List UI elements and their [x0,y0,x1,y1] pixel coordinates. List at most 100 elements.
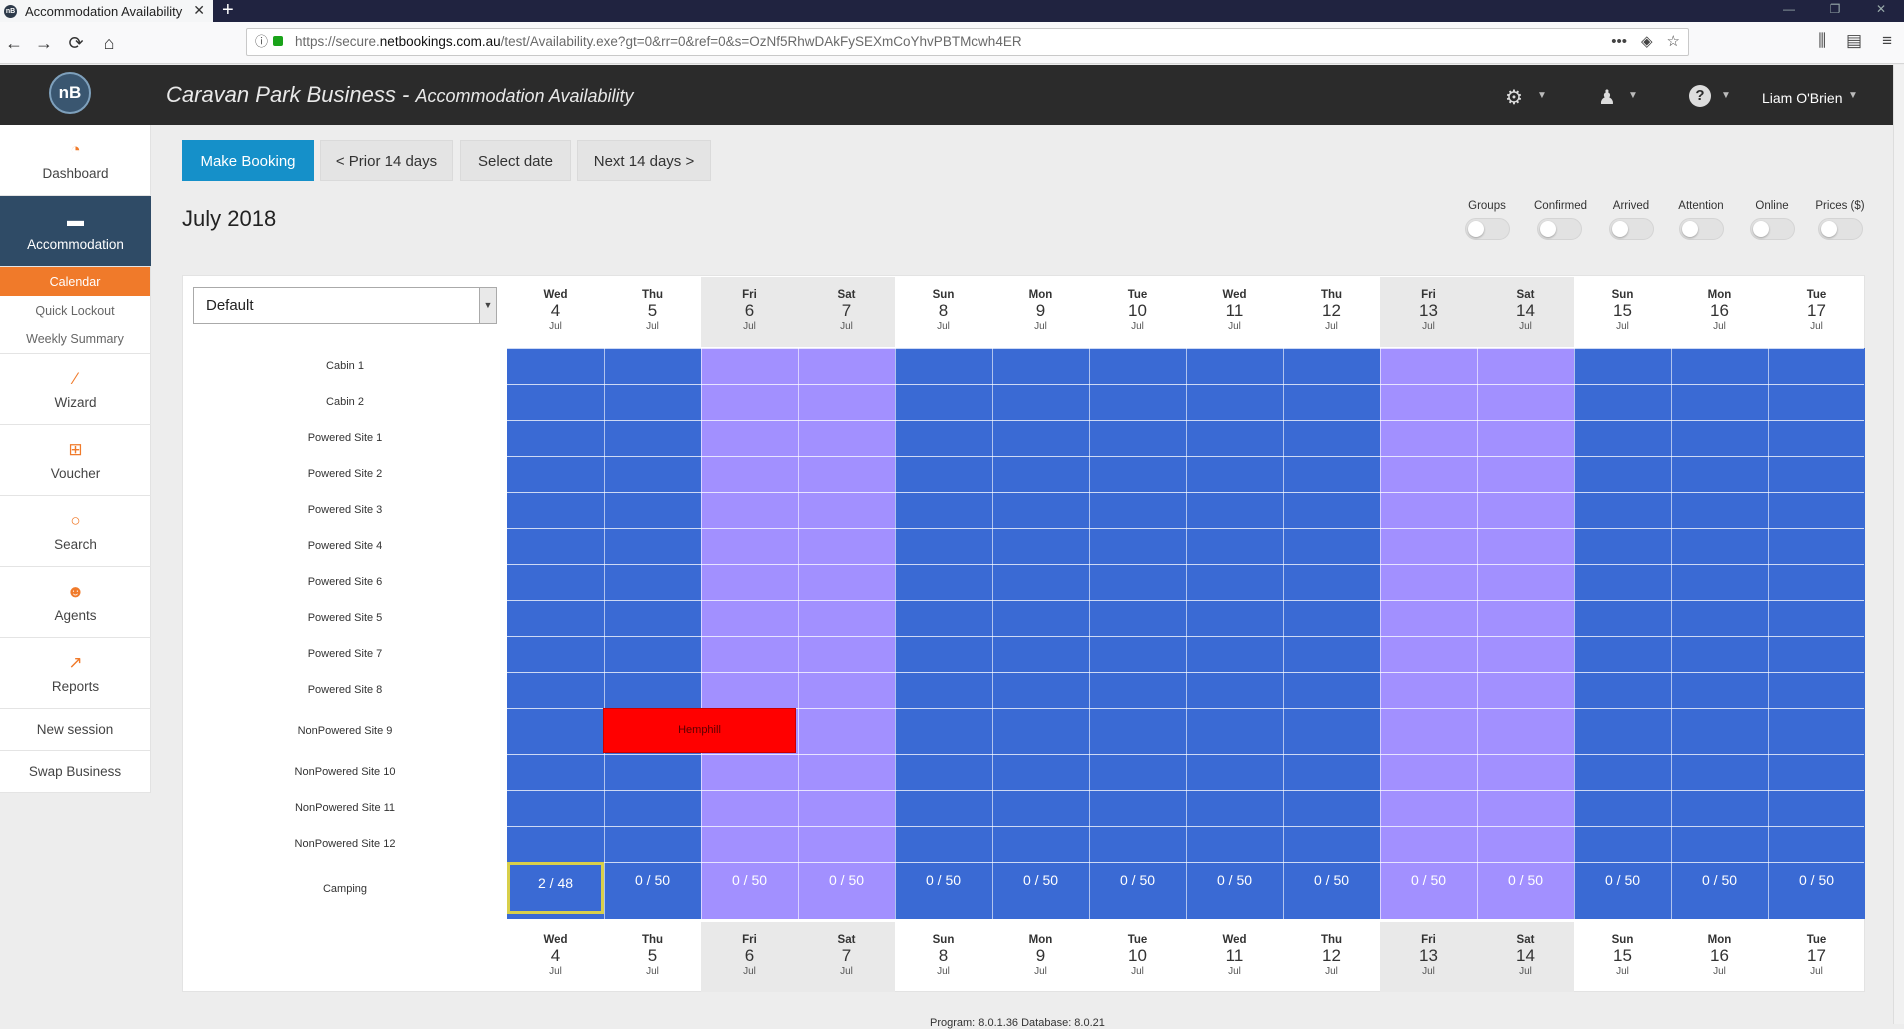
day-footer[interactable]: Sat 7 Jul [798,922,895,992]
window-close-icon[interactable]: ✕ [1858,0,1904,22]
chevron-down-icon[interactable]: ▼ [1848,90,1858,101]
day-column[interactable] [1477,348,1574,919]
sidebar-item-swap-business[interactable]: Swap Business [0,751,150,793]
help-icon[interactable]: ? [1689,85,1711,107]
sidebar-item-accommodation[interactable]: ▬ Accommodation [0,196,151,267]
prior-14-days-button[interactable]: < Prior 14 days [320,140,453,181]
toggle-switch[interactable] [1536,218,1582,240]
day-column[interactable] [1574,348,1671,919]
camping-availability-cell[interactable]: 0 / 50 [1283,862,1380,914]
sidebar-item-reports[interactable]: ↗ Reports [0,638,151,709]
site-label[interactable]: NonPowered Site 12 [245,826,445,862]
site-label[interactable]: Cabin 1 [245,348,445,384]
forward-icon[interactable]: → [32,31,56,55]
address-bar[interactable]: ⓘ https://secure.netbookings.com.au/test… [246,28,1689,56]
day-column[interactable] [798,348,895,919]
day-footer[interactable]: Mon 16 Jul [1671,922,1768,992]
day-header[interactable]: Sun 15 Jul [1574,277,1671,347]
camping-availability-cell[interactable]: 0 / 50 [1089,862,1186,914]
sidebar-item-dashboard[interactable]: ◔ Dashboard [0,125,151,196]
site-label[interactable]: Powered Site 7 [245,636,445,672]
day-column[interactable] [1186,348,1283,919]
sidebar-item-wizard[interactable]: ⁄ Wizard [0,354,151,425]
day-header[interactable]: Sat 7 Jul [798,277,895,347]
site-label-camping[interactable]: Camping [245,862,445,916]
day-footer[interactable]: Sun 15 Jul [1574,922,1671,992]
menu-icon[interactable]: ≡ [1882,31,1892,51]
day-column[interactable] [507,348,604,919]
sidebar-subitem-weekly-summary[interactable]: Weekly Summary [0,325,150,354]
booking-block[interactable]: Hemphill [603,708,796,753]
site-label[interactable]: Powered Site 8 [245,672,445,708]
day-header[interactable]: Wed 4 Jul [507,277,604,347]
agent-user-icon[interactable]: ♟ [1598,85,1616,110]
camping-availability-cell[interactable]: 0 / 50 [798,862,895,914]
site-label[interactable]: Powered Site 6 [245,564,445,600]
sidebar-toggle-icon[interactable]: ▤ [1846,31,1862,51]
day-header[interactable]: Sun 8 Jul [895,277,992,347]
day-footer[interactable]: Tue 10 Jul [1089,922,1186,992]
day-header[interactable]: Tue 10 Jul [1089,277,1186,347]
toggle-arrived[interactable]: Arrived [1606,200,1656,240]
camping-availability-cell[interactable]: 0 / 50 [604,862,701,914]
view-select[interactable]: Default ▼ [193,287,497,324]
toggle-switch[interactable] [1608,218,1654,240]
bookmark-star-icon[interactable]: ☆ [1667,29,1680,55]
day-column[interactable] [1380,348,1477,919]
day-footer[interactable]: Tue 17 Jul [1768,922,1865,992]
chevron-down-icon[interactable]: ▼ [1628,90,1638,101]
page-actions-icon[interactable]: ••• [1611,29,1627,55]
toggle-switch[interactable] [1678,218,1724,240]
back-icon[interactable]: ← [2,31,26,55]
day-header[interactable]: Thu 5 Jul [604,277,701,347]
day-column[interactable] [1671,348,1768,919]
toggle-online[interactable]: Online [1747,200,1797,240]
site-label[interactable]: NonPowered Site 11 [245,790,445,826]
next-14-days-button[interactable]: Next 14 days > [577,140,711,181]
day-footer[interactable]: Wed 4 Jul [507,922,604,992]
site-label[interactable]: Cabin 2 [245,384,445,420]
camping-availability-cell[interactable]: 0 / 50 [992,862,1089,914]
toggle-switch[interactable] [1817,218,1863,240]
site-label[interactable]: NonPowered Site 9 [245,708,445,754]
make-booking-button[interactable]: Make Booking [182,140,314,181]
day-column[interactable] [992,348,1089,919]
toggle-prices[interactable]: Prices ($) [1815,200,1865,240]
sidebar-subitem-calendar[interactable]: Calendar [0,267,150,296]
reload-icon[interactable]: ⟳ [64,31,88,55]
day-footer[interactable]: Thu 12 Jul [1283,922,1380,992]
chevron-down-icon[interactable]: ▼ [1721,90,1731,101]
day-column[interactable] [895,348,992,919]
site-label[interactable]: NonPowered Site 10 [245,754,445,790]
site-label[interactable]: Powered Site 3 [245,492,445,528]
camping-availability-cell[interactable]: 2 / 48 [507,862,604,914]
toggle-switch[interactable] [1464,218,1510,240]
sidebar-item-search[interactable]: ○ Search [0,496,151,567]
day-column[interactable] [1089,348,1186,919]
day-header[interactable]: Thu 12 Jul [1283,277,1380,347]
toggle-switch[interactable] [1749,218,1795,240]
day-header[interactable]: Fri 6 Jul [701,277,798,347]
camping-availability-cell[interactable]: 0 / 50 [895,862,992,914]
site-info-icon[interactable]: ⓘ [255,29,268,55]
camping-availability-cell[interactable]: 0 / 50 [1574,862,1671,914]
chevron-down-icon[interactable]: ▼ [479,288,496,323]
day-column[interactable] [604,348,701,919]
day-column[interactable] [1768,348,1865,919]
day-header[interactable]: Mon 16 Jul [1671,277,1768,347]
toggle-attention[interactable]: Attention [1676,200,1726,240]
library-icon[interactable]: ⫼ [1818,31,1826,51]
day-footer[interactable]: Thu 5 Jul [604,922,701,992]
day-header[interactable]: Sat 14 Jul [1477,277,1574,347]
sidebar-item-new-session[interactable]: New session [0,709,150,751]
minimize-icon[interactable]: — [1766,0,1812,22]
camping-availability-cell[interactable]: 0 / 50 [1768,862,1865,914]
select-date-button[interactable]: Select date [460,140,571,181]
site-label[interactable]: Powered Site 5 [245,600,445,636]
day-header[interactable]: Fri 13 Jul [1380,277,1477,347]
chevron-down-icon[interactable]: ▼ [1537,90,1547,101]
sidebar-subitem-quick-lockout[interactable]: Quick Lockout [0,296,150,325]
camping-availability-cell[interactable]: 0 / 50 [1380,862,1477,914]
day-column[interactable] [701,348,798,919]
new-tab-icon[interactable]: + [222,0,234,20]
